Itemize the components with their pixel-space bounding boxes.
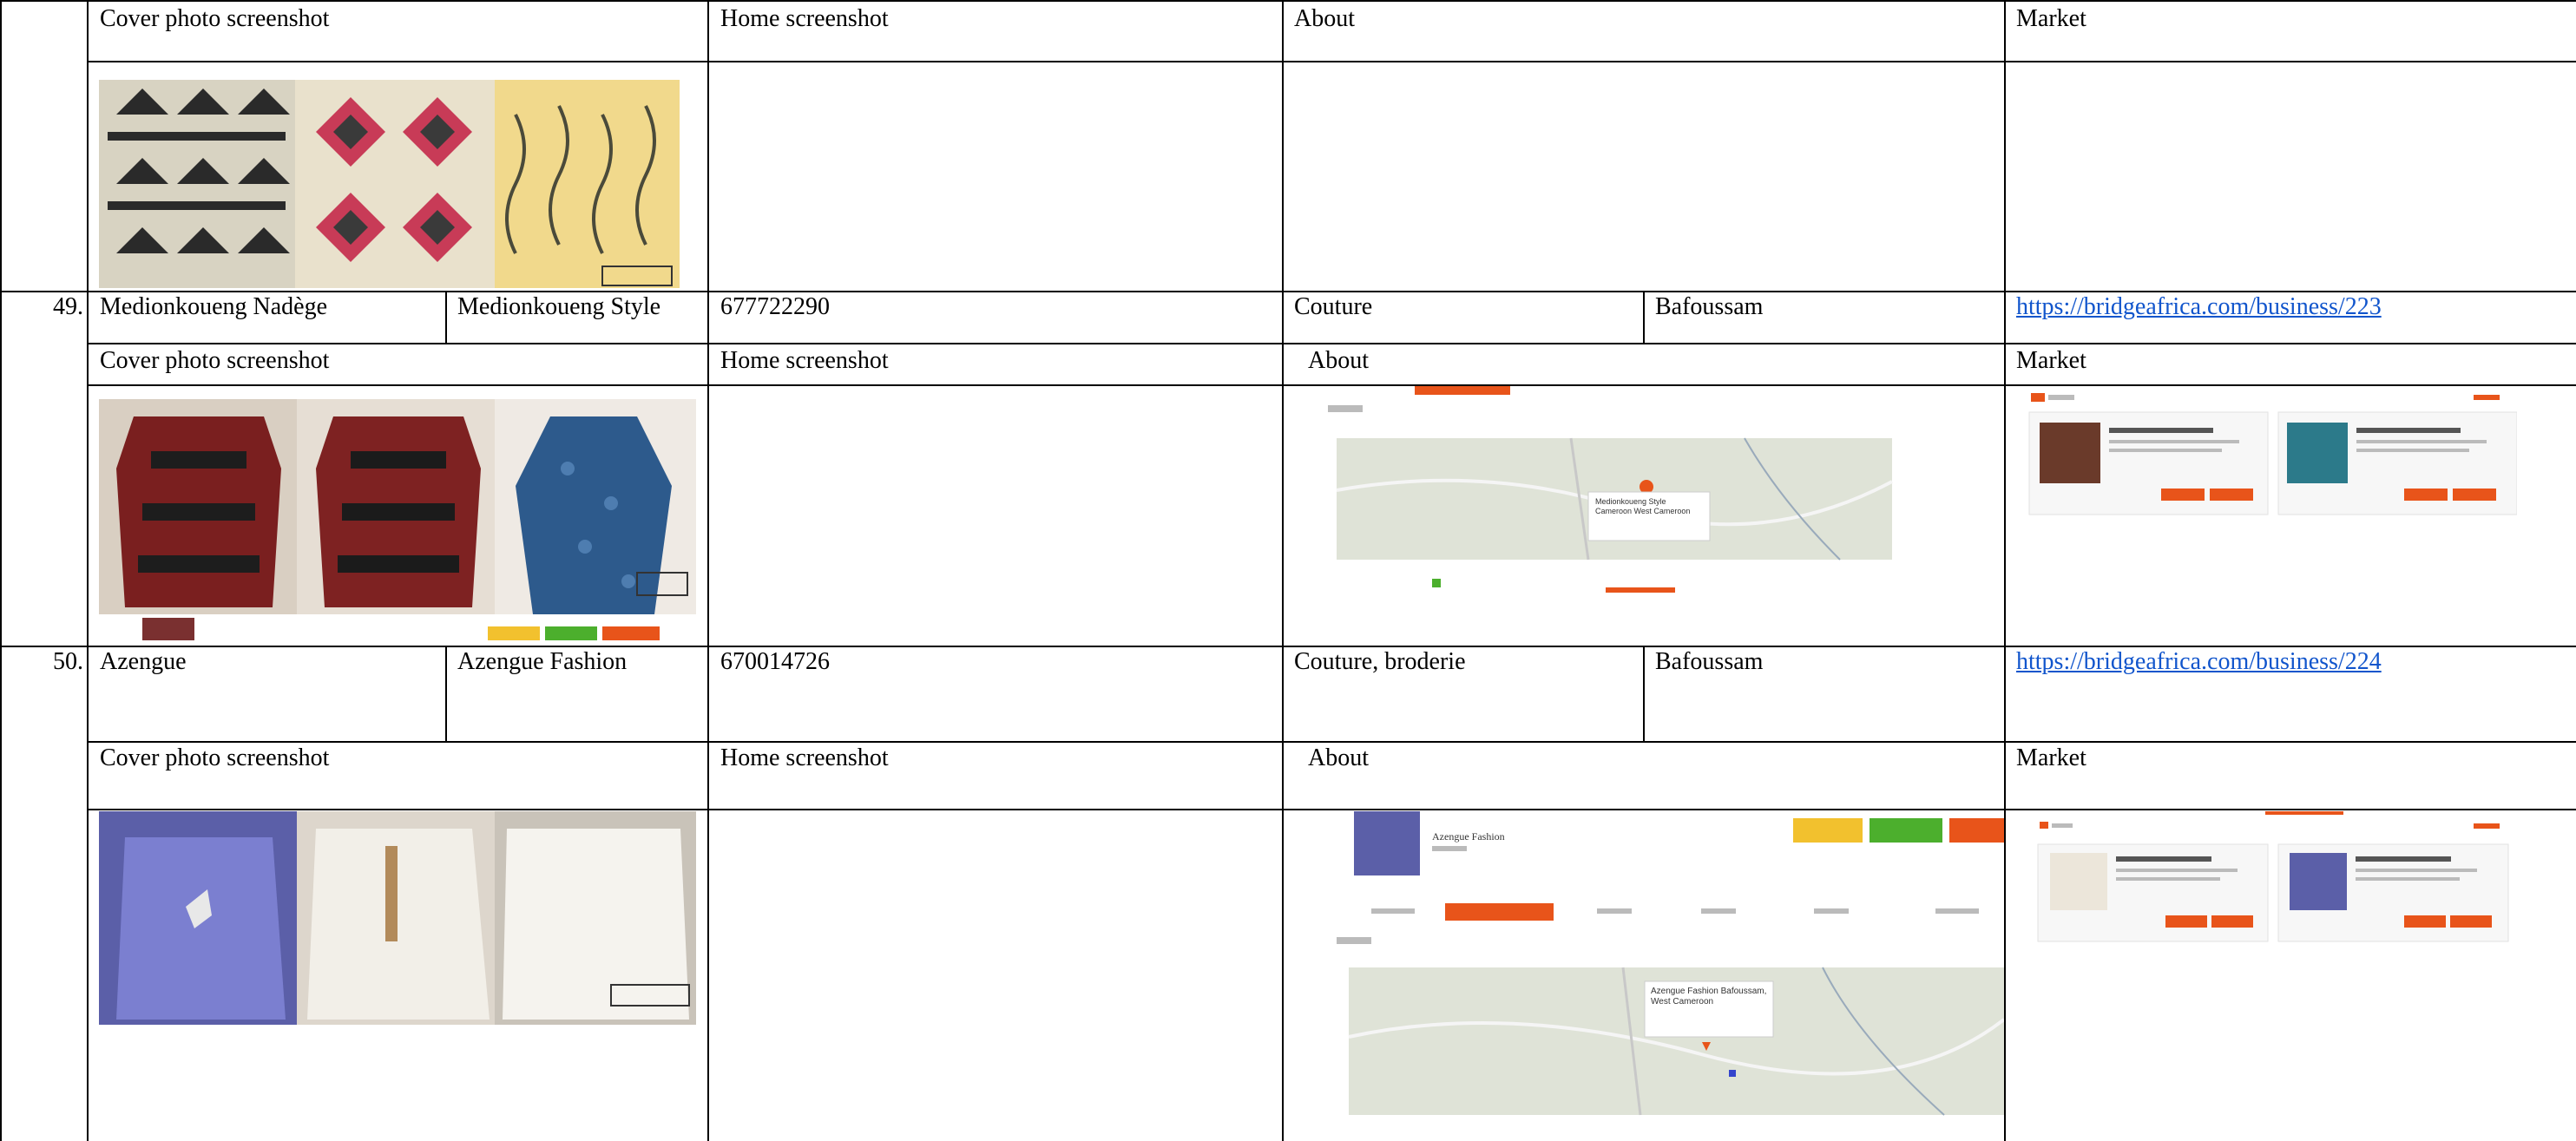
home-header: Home screenshot [720, 5, 889, 32]
map-label: Azengue Fashion Bafoussam, West Cameroon [1651, 987, 1767, 1007]
table-border [87, 0, 89, 1141]
row-number: 49. [53, 293, 83, 320]
business-link[interactable]: https://bridgeafrica.com/business/224 [2016, 648, 2382, 676]
phone-number: 677722290 [720, 293, 830, 320]
about-header: About [1308, 347, 1369, 374]
table-border [0, 0, 2, 1141]
cover-photo-image [99, 62, 680, 288]
table-border [87, 809, 2576, 810]
city: Bafoussam [1655, 648, 1764, 675]
about-header: About [1294, 5, 1355, 32]
home-header: Home screenshot [720, 744, 889, 771]
about-screenshot: Azengue Fashion Azengue Fashion Bafoussa… [1337, 811, 2004, 1139]
table-border [87, 741, 2576, 743]
business-name: Azengue Fashion [457, 648, 628, 675]
owner-name: Azengue [100, 648, 187, 675]
table-border [0, 646, 2576, 647]
market-screenshot [2022, 386, 2517, 521]
market-header: Market [2016, 744, 2086, 771]
city: Bafoussam [1655, 293, 1764, 320]
market-header: Market [2016, 347, 2086, 374]
home-header: Home screenshot [720, 347, 889, 374]
table-border [2004, 0, 2006, 1141]
about-screenshot: Medionkoueng Style Cameroon West Cameroo… [1311, 386, 1909, 643]
cover-header: Cover photo screenshot [100, 744, 330, 771]
cover-header: Cover photo screenshot [100, 5, 330, 32]
about-header: About [1308, 744, 1369, 771]
market-header: Market [2016, 5, 2086, 32]
owner-name: Medionkoueng Nadège [100, 293, 328, 320]
table-border [445, 291, 447, 343]
cover-photo-image [99, 399, 696, 642]
activity: Couture, broderie [1294, 648, 1466, 675]
business-link[interactable]: https://bridgeafrica.com/business/223 [2016, 293, 2382, 321]
table-border [445, 646, 447, 741]
table-border [87, 343, 2576, 344]
about-title: Azengue Fashion [1432, 830, 1505, 843]
market-screenshot [2031, 811, 2517, 950]
table-border [0, 0, 2576, 2]
map-label: Medionkoueng Style Cameroon West Cameroo… [1595, 497, 1691, 515]
table-border [0, 291, 2576, 292]
business-name: Medionkoueng Style [457, 293, 661, 320]
cover-header: Cover photo screenshot [100, 347, 330, 374]
table-border [1643, 646, 1645, 741]
row-number: 50. [53, 648, 83, 675]
table-border [1643, 291, 1645, 343]
table-border [707, 0, 709, 1141]
phone-number: 670014726 [720, 648, 830, 675]
table-border [1282, 0, 1284, 1141]
cover-photo-image [99, 811, 696, 1025]
activity: Couture [1294, 293, 1373, 320]
